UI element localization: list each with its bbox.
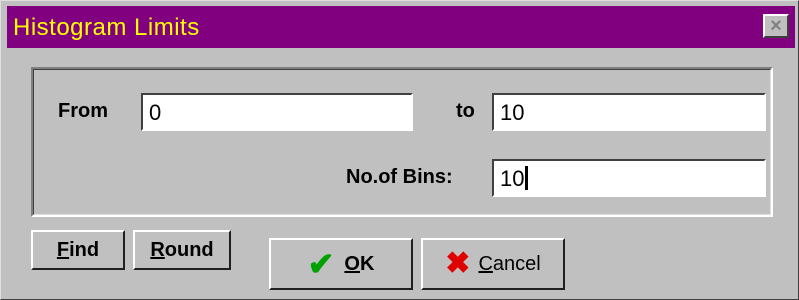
from-label: From bbox=[58, 100, 108, 122]
histogram-limits-dialog: Histogram Limits × From 0 to 10 No.of Bi… bbox=[0, 0, 799, 300]
round-button[interactable]: Round bbox=[133, 230, 231, 270]
ok-mnemonic: O bbox=[344, 252, 360, 275]
ok-label: K bbox=[359, 252, 375, 275]
x-icon: ✖ bbox=[445, 247, 471, 280]
to-value: 10 bbox=[500, 100, 525, 125]
text-caret bbox=[525, 166, 529, 190]
window-title: Histogram Limits bbox=[13, 14, 200, 41]
find-mnemonic: F bbox=[56, 238, 70, 261]
ok-button[interactable]: ✔ OK bbox=[269, 238, 413, 290]
round-label: ound bbox=[164, 238, 214, 261]
bins-field[interactable]: 10 bbox=[492, 159, 766, 197]
close-icon: × bbox=[770, 15, 782, 37]
cancel-mnemonic: C bbox=[478, 252, 493, 275]
from-field[interactable]: 0 bbox=[141, 93, 413, 131]
find-label: ind bbox=[69, 238, 100, 261]
title-bar[interactable]: Histogram Limits × bbox=[7, 6, 795, 48]
bins-value: 10 bbox=[500, 166, 525, 191]
cancel-label: ancel bbox=[492, 252, 541, 275]
bins-label: No.of Bins: bbox=[346, 166, 453, 188]
from-value: 0 bbox=[149, 100, 162, 125]
close-button[interactable]: × bbox=[763, 14, 789, 38]
find-button[interactable]: Find bbox=[31, 230, 125, 270]
to-field[interactable]: 10 bbox=[492, 93, 766, 131]
round-mnemonic: R bbox=[150, 238, 165, 261]
cancel-button[interactable]: ✖ Cancel bbox=[421, 238, 565, 290]
checkmark-icon: ✔ bbox=[307, 246, 335, 282]
to-label: to bbox=[456, 100, 475, 122]
